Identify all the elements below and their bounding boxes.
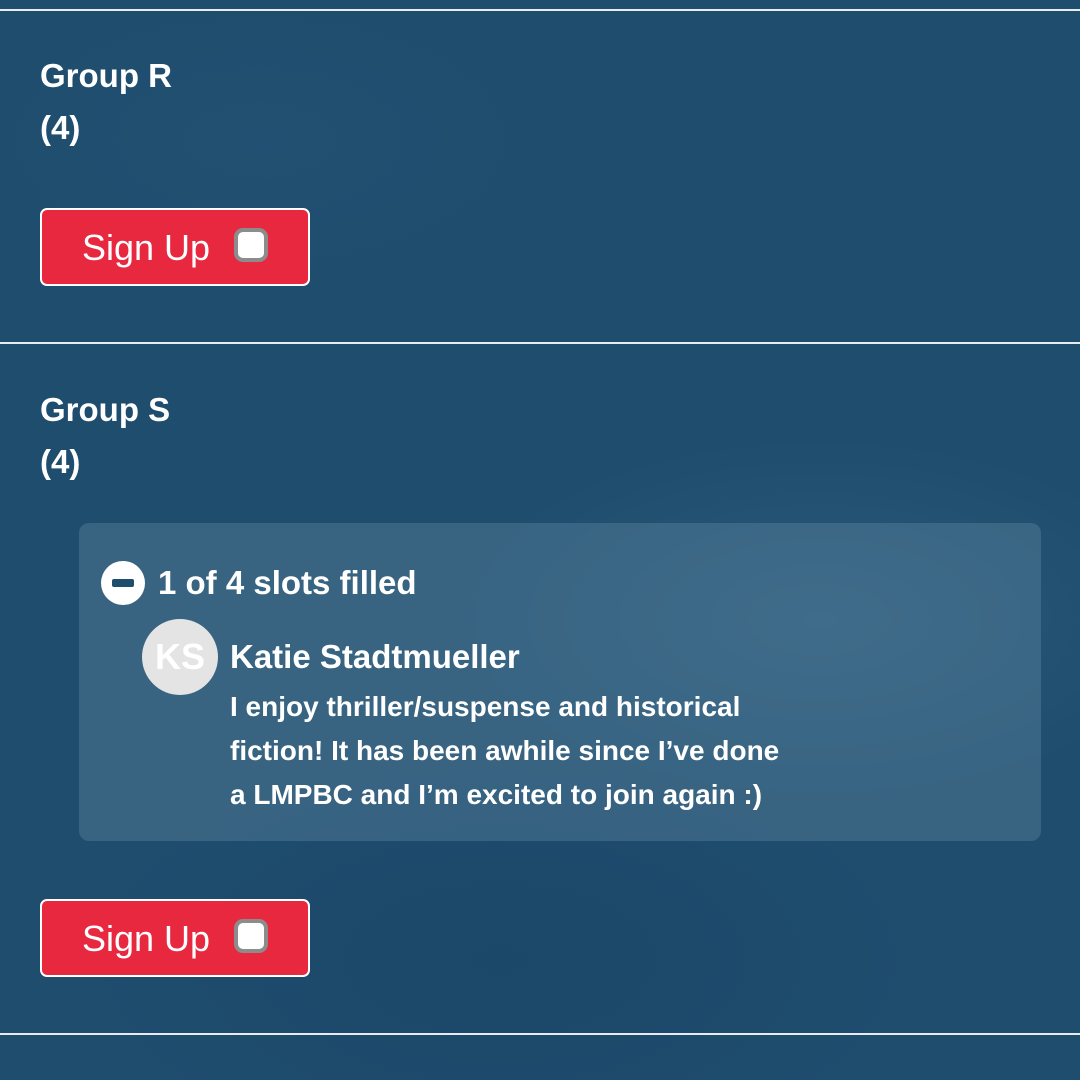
group-title: Group S xyxy=(40,391,171,428)
section-divider xyxy=(0,1033,1080,1035)
checkbox-icon[interactable] xyxy=(234,228,268,262)
minus-circle-icon[interactable] xyxy=(101,561,145,605)
checkbox-icon[interactable] xyxy=(234,919,268,953)
member-comment-line: a LMPBC and I’m excited to join again :) xyxy=(230,779,763,810)
sign-up-button[interactable]: Sign Up xyxy=(40,208,310,286)
filled-slots-panel: 1 of 4 slots filled KS Katie Stadtmuelle… xyxy=(79,523,1041,841)
member-name: Katie Stadtmueller xyxy=(230,638,520,675)
section-divider-top xyxy=(0,9,1080,11)
section-divider xyxy=(0,342,1080,344)
member-comment: I enjoy thriller/suspense and historical… xyxy=(230,685,870,817)
avatar: KS xyxy=(142,619,218,695)
group-slot-count: (4) xyxy=(40,109,81,146)
slots-filled-summary: 1 of 4 slots filled xyxy=(158,564,417,601)
sign-up-button[interactable]: Sign Up xyxy=(40,899,310,977)
sign-up-label: Sign Up xyxy=(82,918,211,959)
group-slot-count: (4) xyxy=(40,443,81,480)
group-title: Group R xyxy=(40,57,172,94)
member-comment-line: I enjoy thriller/suspense and historical xyxy=(230,691,741,722)
sign-up-label: Sign Up xyxy=(82,227,211,268)
member-comment-line: fiction! It has been awhile since I’ve d… xyxy=(230,735,780,766)
